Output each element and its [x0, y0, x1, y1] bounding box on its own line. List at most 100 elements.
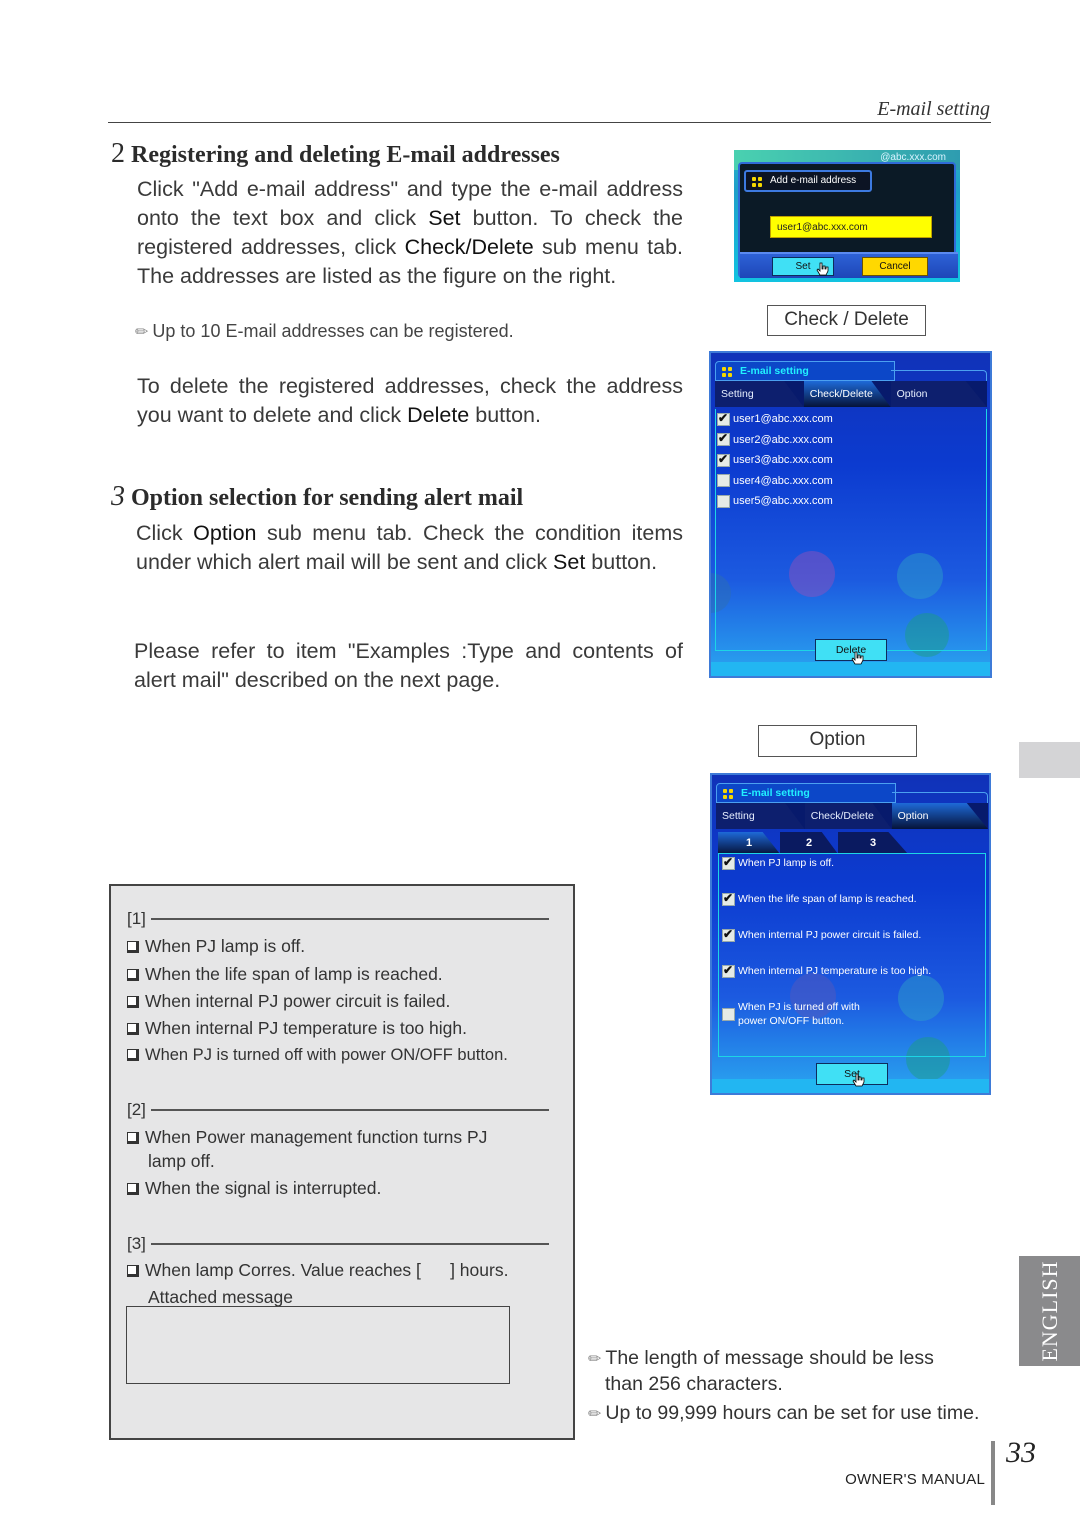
checkbox[interactable] — [722, 891, 735, 906]
checkbox[interactable] — [717, 411, 730, 426]
title-text: E-mail setting — [741, 787, 810, 799]
title-bar-extension — [891, 370, 987, 381]
check-delete-panel: E-mail setting Setting Check/Delete Opti… — [709, 351, 992, 678]
checkbox[interactable] — [722, 963, 735, 978]
checkbox[interactable] — [717, 452, 730, 467]
cancel-button[interactable]: Cancel — [862, 257, 928, 276]
option-panel: E-mail setting Setting Check/Delete Opti… — [710, 773, 991, 1095]
tab-option[interactable]: Option — [891, 803, 988, 829]
check-delete-caption: Check / Delete — [767, 305, 926, 336]
group-divider — [151, 1243, 549, 1245]
condition-text: When PJ is turned off with power ON/OFF … — [145, 1046, 508, 1064]
add-email-dialog: @abc.xxx.com Add e-mail address Set Canc… — [734, 150, 960, 282]
email-list-item[interactable]: user1@abc.xxx.com — [715, 409, 987, 430]
page-number: 33 — [1006, 1436, 1036, 1469]
panel-title: E-mail setting — [715, 361, 895, 381]
menu-dots-icon — [752, 177, 762, 187]
checkbox[interactable] — [722, 1008, 735, 1021]
add-email-title[interactable]: Add e-mail address — [744, 170, 872, 192]
running-header: E-mail setting — [877, 98, 990, 120]
tab-bar: Setting Check/Delete Option — [716, 803, 988, 829]
registration-limit-note: ✏ Up to 10 E-mail addresses can be regist… — [135, 321, 514, 342]
text: Click — [136, 521, 194, 545]
option-label: When PJ is turned off with power ON/OFF b… — [738, 1000, 860, 1028]
alert-conditions-box: [1] When PJ lamp is off. When the life s… — [109, 884, 575, 1440]
checkbox-glyph-icon — [127, 996, 139, 1008]
option-item[interactable]: When PJ lamp is off. — [720, 855, 835, 870]
condition-item: When internal PJ temperature is too high… — [127, 1016, 467, 1040]
language-tab: ENGLISH — [1019, 1256, 1080, 1366]
title-bar-extension — [892, 792, 988, 803]
checkbox[interactable] — [717, 474, 730, 488]
section-number: 3 — [111, 481, 125, 512]
checkbox-glyph-icon — [127, 1023, 139, 1035]
condition-text: When the signal is interrupted. — [145, 1178, 382, 1198]
note-text: The length of message should be less — [605, 1347, 934, 1369]
checkbox[interactable] — [722, 927, 735, 942]
tab-bar: Setting Check/Delete Option — [715, 381, 987, 407]
option-label: When internal PJ power circuit is failed… — [738, 929, 922, 941]
button-bar: Set Cancel — [740, 252, 958, 278]
note-text: Up to 99,999 hours can be set for use ti… — [605, 1402, 980, 1424]
subtab-3[interactable]: 3 — [838, 832, 908, 854]
hours-note: ✏ Up to 99,999 hours can be set for use t… — [588, 1400, 979, 1428]
email-address-input[interactable] — [770, 216, 932, 238]
pencil-icon: ✏ — [588, 1351, 602, 1368]
group-divider — [151, 1109, 549, 1111]
condition-item: When Power management function turns PJ — [127, 1125, 487, 1149]
menu-dots-icon — [723, 789, 733, 799]
section-title: Option selection for sending alert mail — [131, 485, 524, 511]
section-number: 2 — [111, 138, 125, 169]
condition-item: When PJ lamp is off. — [127, 934, 305, 958]
hand-cursor-icon — [851, 651, 864, 665]
option-item[interactable]: When PJ is turned off with power ON/OFF b… — [720, 1000, 860, 1028]
tab-check-delete[interactable]: Check/Delete — [804, 803, 892, 829]
condition-text: When the life span of lamp is reached. — [145, 964, 443, 984]
email-list-item[interactable]: user2@abc.xxx.com — [715, 430, 987, 451]
hand-cursor-icon — [852, 1073, 865, 1087]
message-length-note-cont: than 256 characters. — [605, 1373, 783, 1395]
tab-setting[interactable]: Setting — [716, 803, 805, 829]
tab-setting[interactable]: Setting — [715, 381, 804, 407]
email-address: user2@abc.xxx.com — [733, 433, 833, 446]
condition-text: When Power management function turns PJ — [145, 1127, 488, 1147]
side-index-tab — [1019, 742, 1080, 778]
menu-dots-icon — [722, 367, 732, 377]
email-address: user5@abc.xxx.com — [733, 495, 833, 508]
tab-check-delete[interactable]: Check/Delete — [803, 381, 891, 407]
condition-text: When PJ lamp is off. — [145, 936, 306, 956]
option-subtabs: 1 2 3 — [718, 832, 978, 854]
checkbox[interactable] — [717, 494, 730, 508]
option-item[interactable]: When internal PJ temperature is too high… — [720, 963, 931, 978]
title-text: E-mail setting — [740, 365, 809, 377]
hand-cursor-icon — [816, 262, 829, 276]
option-item[interactable]: When the life span of lamp is reached. — [720, 891, 917, 906]
condition-text: When lamp Corres. Value reaches [ ] hour… — [145, 1260, 509, 1280]
section-3-heading: 3 Option selection for sending alert mail — [111, 481, 523, 513]
pencil-icon: ✏ — [135, 324, 149, 341]
condition-item: When PJ is turned off with power ON/OFF … — [127, 1043, 508, 1067]
option-item[interactable]: When internal PJ power circuit is failed… — [720, 927, 922, 942]
owners-manual-label: OWNER'S MANUAL — [845, 1471, 985, 1488]
condition-item: When internal PJ power circuit is failed… — [127, 989, 450, 1013]
option-label: When PJ lamp is off. — [738, 857, 835, 869]
dialog-body: Add e-mail address Set Cancel — [738, 162, 958, 278]
section-3-paragraph: Click Option sub menu tab. Check the con… — [136, 519, 683, 577]
group-label: [1] — [127, 909, 146, 928]
checkbox-glyph-icon — [127, 1183, 139, 1195]
checkbox[interactable] — [717, 431, 730, 447]
message-length-note: ✏ The length of message should be less — [588, 1345, 934, 1373]
checkbox[interactable] — [722, 855, 735, 870]
condition-item: When the life span of lamp is reached. — [127, 962, 443, 986]
section-2-paragraph: Click "Add e-mail address" and type the … — [137, 175, 683, 291]
email-list-item[interactable]: user3@abc.xxx.com — [715, 450, 987, 471]
attached-message-field[interactable] — [126, 1306, 510, 1384]
tab-option[interactable]: Option — [890, 381, 987, 407]
subtab-1[interactable]: 1 — [718, 832, 780, 854]
condition-text: When internal PJ power circuit is failed… — [145, 991, 451, 1011]
option-label-line: power ON/OFF button. — [738, 1015, 845, 1027]
email-list-item[interactable]: user5@abc.xxx.com — [715, 491, 987, 512]
email-list-item[interactable]: user4@abc.xxx.com — [715, 471, 987, 492]
header-rule — [108, 122, 991, 123]
subtab-2[interactable]: 2 — [780, 832, 838, 854]
